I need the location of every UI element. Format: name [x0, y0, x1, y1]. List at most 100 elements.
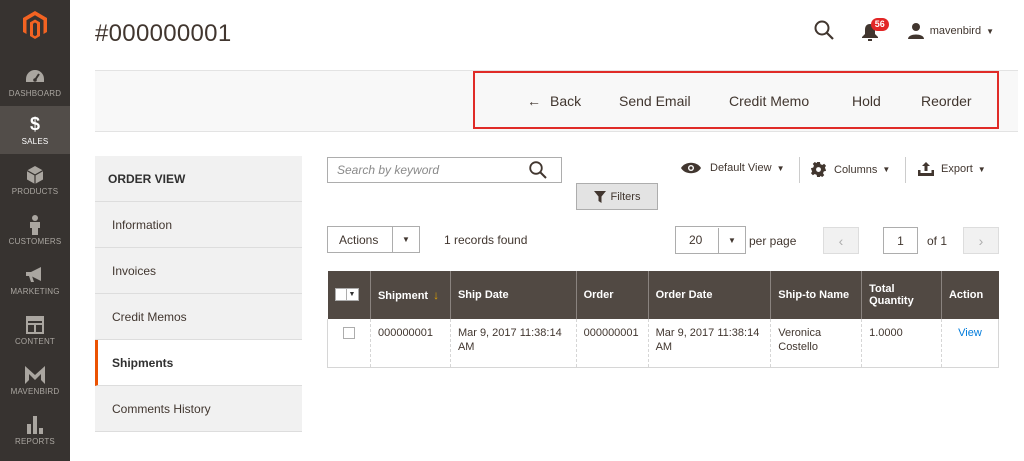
hold-button[interactable]: Hold: [852, 93, 881, 109]
tabs-heading: ORDER VIEW: [95, 156, 302, 202]
order-view-tabs: ORDER VIEW Information Invoices Credit M…: [95, 156, 302, 432]
columns-dropdown[interactable]: Columns ▼: [811, 162, 890, 177]
per-page-label: per page: [749, 234, 797, 248]
column-header-shipment[interactable]: Shipment ↓: [370, 271, 451, 319]
columns-label: Columns: [834, 163, 878, 176]
per-page-select[interactable]: 20 ▼: [675, 226, 746, 254]
admin-sidebar: DASHBOARD $ SALES PRODUCTS CUSTOMERS MAR…: [0, 0, 70, 461]
cell-order: 000000001: [576, 319, 649, 368]
mavenbird-logo-icon: [25, 365, 45, 385]
bar-chart-icon: [27, 415, 43, 435]
column-header-ship-to-name[interactable]: Ship-to Name: [770, 271, 863, 319]
user-icon: [907, 23, 924, 39]
sidebar-item-dashboard[interactable]: DASHBOARD: [0, 58, 70, 106]
tab-shipments[interactable]: Shipments: [95, 340, 302, 386]
per-page-value: 20: [689, 233, 703, 247]
chevron-down-icon: ▼: [392, 227, 419, 252]
chevron-down-icon: ▼: [718, 227, 745, 253]
mass-select-header[interactable]: ▼: [327, 271, 371, 319]
total-pages-label: of 1: [927, 234, 948, 248]
username: mavenbird: [929, 25, 982, 37]
export-label: Export: [941, 163, 973, 175]
cell-shipment: 000000001: [370, 319, 451, 368]
filters-button[interactable]: Filters: [576, 183, 658, 210]
sidebar-item-label: SALES: [21, 136, 49, 146]
header-actions: 56 mavenbird ▼: [814, 18, 994, 44]
column-header-order-date[interactable]: Order Date: [648, 271, 772, 319]
mass-actions-select[interactable]: Actions ▼: [327, 226, 420, 253]
chevron-down-icon: ▼: [776, 163, 785, 173]
sort-arrow-icon: ↓: [433, 288, 440, 302]
reorder-button[interactable]: Reorder: [921, 93, 972, 109]
cell-ship-to-name: Veronica Costello: [770, 319, 863, 368]
page-title: #000000001: [95, 20, 232, 47]
previous-page-button[interactable]: ‹: [823, 227, 859, 254]
notifications-bell-icon[interactable]: 56: [861, 18, 889, 42]
actions-label: Actions: [339, 232, 379, 247]
export-dropdown[interactable]: Export ▼: [918, 162, 986, 176]
shipments-grid: ▼ Shipment ↓ Ship Date Order Order Date S…: [327, 271, 1000, 368]
sidebar-item-label: PRODUCTS: [11, 186, 59, 196]
chevron-down-icon: ▼: [986, 26, 994, 36]
search-icon[interactable]: [529, 161, 547, 179]
column-header-ship-date[interactable]: Ship Date: [450, 271, 577, 319]
magento-logo-icon[interactable]: [0, 0, 70, 50]
chevron-right-icon: ›: [978, 232, 984, 249]
back-button-label: Back: [550, 93, 582, 109]
gear-icon: [811, 162, 826, 177]
user-menu[interactable]: mavenbird ▼: [907, 23, 994, 39]
tab-invoices[interactable]: Invoices: [95, 248, 302, 294]
sidebar-item-content[interactable]: CONTENT: [0, 306, 70, 354]
current-page-input[interactable]: [883, 227, 918, 254]
search-icon[interactable]: [814, 20, 836, 42]
chevron-left-icon: ‹: [838, 232, 844, 249]
cell-order-date: Mar 9, 2017 11:38:14 AM: [648, 319, 772, 368]
send-email-button[interactable]: Send Email: [619, 93, 691, 109]
search-placeholder: Search by keyword: [337, 163, 440, 177]
tab-credit-memos[interactable]: Credit Memos: [95, 294, 302, 340]
tab-information[interactable]: Information: [95, 202, 302, 248]
row-checkbox[interactable]: [343, 327, 355, 340]
cube-icon: [27, 165, 43, 185]
column-header-total-quantity[interactable]: Total Quantity: [861, 271, 942, 319]
view-link[interactable]: View: [958, 327, 982, 339]
credit-memo-button[interactable]: Credit Memo: [729, 93, 809, 109]
arrow-left-icon: ←: [527, 93, 541, 109]
column-header-order[interactable]: Order: [576, 271, 649, 319]
eye-icon: [681, 162, 701, 174]
chevron-down-icon: ▼: [977, 164, 986, 174]
megaphone-icon: [25, 265, 45, 285]
default-view-dropdown[interactable]: Default View ▼: [681, 162, 784, 174]
funnel-icon: [593, 190, 606, 203]
cell-total-quantity: 1.0000: [861, 319, 942, 368]
sidebar-item-customers[interactable]: CUSTOMERS: [0, 206, 70, 254]
next-page-button[interactable]: ›: [963, 227, 999, 254]
export-icon: [918, 162, 934, 176]
person-icon: [29, 214, 41, 235]
sidebar-item-products[interactable]: PRODUCTS: [0, 156, 70, 204]
keyword-search-input[interactable]: Search by keyword: [327, 157, 562, 183]
table-header-row: ▼ Shipment ↓ Ship Date Order Order Date S…: [327, 271, 999, 319]
back-button[interactable]: ← Back: [527, 93, 581, 109]
mass-select-dropdown[interactable]: ▼: [334, 287, 359, 301]
tab-comments-history[interactable]: Comments History: [95, 386, 302, 432]
notification-count-badge: 56: [870, 18, 889, 31]
select-all-checkbox[interactable]: [335, 288, 347, 300]
sidebar-item-mavenbird[interactable]: MAVENBIRD: [0, 356, 70, 404]
speedometer-icon: [25, 67, 45, 87]
chevron-down-icon: ▼: [882, 165, 891, 174]
sidebar-item-label: CONTENT: [14, 336, 56, 346]
sidebar-item-label: DASHBOARD: [8, 88, 62, 98]
sidebar-item-label: REPORTS: [15, 436, 55, 446]
filters-label: Filters: [610, 190, 641, 203]
sidebar-item-sales[interactable]: $ SALES: [0, 106, 70, 154]
table-row[interactable]: 000000001 Mar 9, 2017 11:38:14 AM 000000…: [327, 319, 1000, 368]
sidebar-item-marketing[interactable]: MARKETING: [0, 256, 70, 304]
cell-ship-date: Mar 9, 2017 11:38:14 AM: [450, 319, 577, 368]
dollar-icon: $: [29, 114, 40, 134]
layout-icon: [26, 315, 44, 335]
sidebar-item-reports[interactable]: REPORTS: [0, 406, 70, 454]
chevron-down-icon: ▼: [348, 290, 356, 298]
default-view-label: Default View: [710, 162, 772, 174]
divider: [799, 157, 800, 183]
